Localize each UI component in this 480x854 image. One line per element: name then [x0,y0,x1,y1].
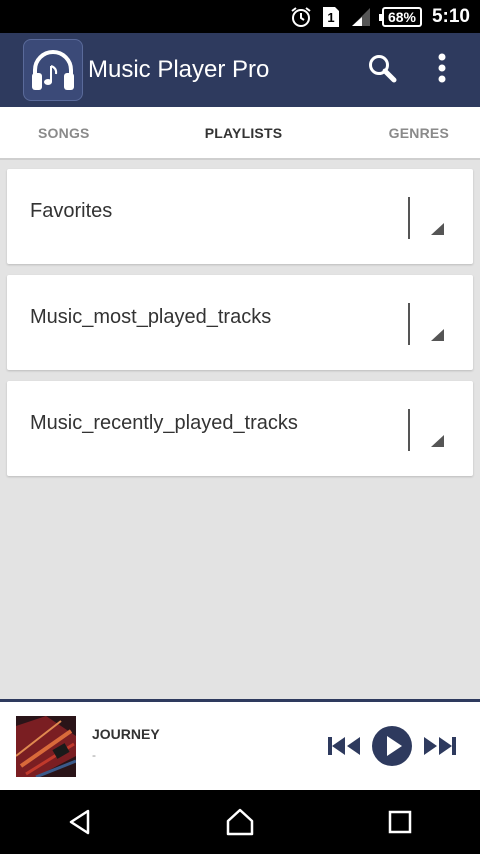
playlist-name: Music_most_played_tracks [30,306,272,328]
tab-songs[interactable]: SONGS [0,107,175,158]
system-nav-bar [0,790,480,854]
tab-playlists[interactable]: PLAYLISTS [175,107,312,158]
track-title: JOURNEY [92,726,160,742]
app-bar: Music Player Pro [0,33,480,107]
home-button[interactable] [200,790,280,854]
clock: 5:10 [431,5,470,27]
overflow-menu-button[interactable] [412,40,472,100]
card-divider [408,409,410,451]
headphones-icon [23,39,83,101]
play-button[interactable] [371,725,413,767]
corner-triangle-icon [431,435,444,447]
status-bar: 1 68% 5:10 [0,0,480,33]
playlist-menu-button[interactable] [417,315,457,345]
next-button[interactable] [421,731,459,761]
corner-triangle-icon [431,223,444,235]
playlist-name: Music_recently_played_tracks [30,412,298,434]
playlist-name: Favorites [30,200,113,222]
playlist-menu-button[interactable] [417,421,457,451]
sim-label: 1 [327,9,335,25]
tab-genres[interactable]: GENRES [312,107,480,158]
playlist-list: Favorites Music_most_played_tracks Music… [7,169,473,487]
skip-next-icon [424,737,456,755]
playlist-card-recently-played[interactable]: Music_recently_played_tracks [7,381,473,476]
skip-previous-icon [328,737,360,755]
card-divider [408,303,410,345]
more-vertical-icon [437,53,447,88]
battery-indicator: 68% [378,6,422,27]
recents-icon [388,810,412,834]
home-icon [226,808,254,836]
playlist-menu-button[interactable] [417,209,457,239]
album-art[interactable] [16,716,76,777]
back-button[interactable] [40,790,120,854]
playlist-card-favorites[interactable]: Favorites [7,169,473,264]
app-title: Music Player Pro [88,56,270,83]
back-icon [69,809,90,835]
signal-icon [350,6,372,28]
play-icon [372,726,412,766]
search-icon [367,53,397,88]
mini-player[interactable]: JOURNEY - [0,699,480,790]
tab-bar: SONGS PLAYLISTS GENRES [0,107,480,160]
sim-card-icon: 1 [322,6,340,28]
track-subtitle: - [92,748,96,762]
search-button[interactable] [352,40,412,100]
recents-button[interactable] [360,790,440,854]
playlist-card-most-played[interactable]: Music_most_played_tracks [7,275,473,370]
alarm-icon [290,6,312,28]
previous-button[interactable] [325,731,363,761]
corner-triangle-icon [431,329,444,341]
card-divider [408,197,410,239]
